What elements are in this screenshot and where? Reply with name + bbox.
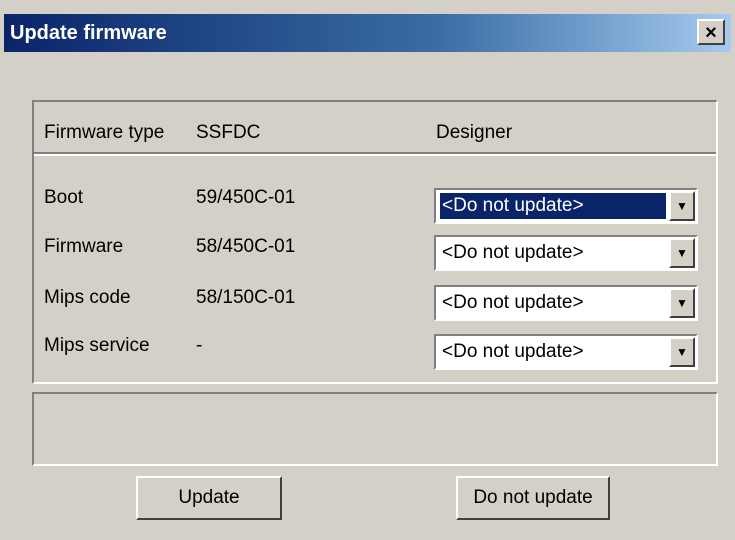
boot-select-value: <Do not update>: [440, 193, 666, 219]
designer-label: Designer: [436, 122, 513, 143]
firmware-label: Firmware: [44, 236, 124, 257]
chevron-down-icon[interactable]: ▼: [669, 191, 695, 221]
mips-service-version: -: [196, 335, 203, 356]
mips-code-version: 58/150C-01: [196, 287, 296, 308]
mips-service-update-select[interactable]: <Do not update> ▼: [434, 334, 698, 370]
firmware-type-value: SSFDC: [196, 122, 261, 143]
status-message-panel: [32, 392, 718, 466]
mips-code-select-value: <Do not update>: [442, 292, 584, 313]
mips-service-label: Mips service: [44, 335, 150, 356]
window-title: Update firmware: [10, 22, 167, 44]
close-icon: ×: [705, 22, 717, 44]
header-divider: [34, 152, 716, 156]
chevron-down-icon[interactable]: ▼: [669, 288, 695, 318]
mips-code-update-select[interactable]: <Do not update> ▼: [434, 285, 698, 321]
firmware-version: 58/450C-01: [196, 236, 296, 257]
firmware-update-select[interactable]: <Do not update> ▼: [434, 235, 698, 271]
boot-label: Boot: [44, 187, 84, 208]
mips-service-select-value: <Do not update>: [442, 341, 584, 362]
do-not-update-button[interactable]: Do not update: [456, 476, 610, 520]
update-button[interactable]: Update: [136, 476, 282, 520]
title-bar[interactable]: Update firmware ×: [4, 14, 731, 52]
mips-code-label: Mips code: [44, 287, 131, 308]
close-button[interactable]: ×: [697, 19, 725, 45]
firmware-select-value: <Do not update>: [442, 242, 584, 263]
update-firmware-dialog: Update firmware × Firmware type SSFDC De…: [0, 0, 735, 540]
boot-update-select[interactable]: <Do not update> ▼: [434, 188, 698, 224]
chevron-down-icon[interactable]: ▼: [669, 238, 695, 268]
firmware-type-label: Firmware type: [44, 122, 165, 143]
boot-version: 59/450C-01: [196, 187, 296, 208]
chevron-down-icon[interactable]: ▼: [669, 337, 695, 367]
